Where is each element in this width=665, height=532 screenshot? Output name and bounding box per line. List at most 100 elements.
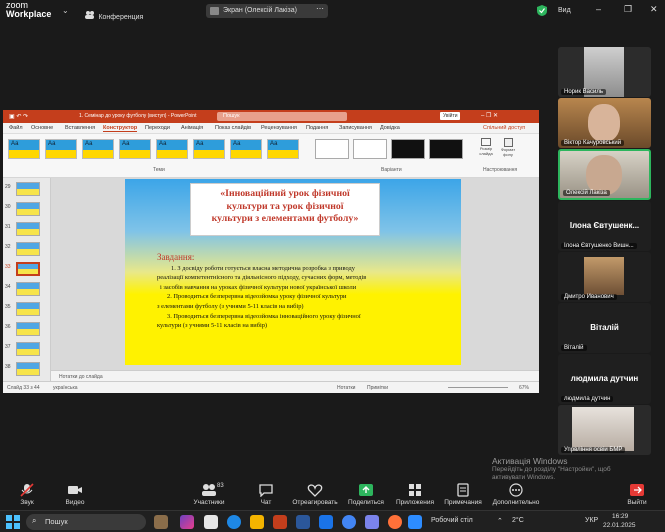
slide-thumbnail[interactable] <box>16 202 40 216</box>
teams-icon[interactable] <box>365 515 379 529</box>
notes-toggle[interactable]: Нотатки <box>337 385 355 391</box>
share-button[interactable]: Спільний доступ <box>483 125 525 131</box>
tab-design[interactable]: Конструктор <box>103 125 138 132</box>
task-view-icon[interactable] <box>204 515 218 529</box>
tab-review[interactable]: Рецензування <box>261 125 297 131</box>
chrome-icon[interactable] <box>342 515 356 529</box>
file-explorer-icon[interactable] <box>250 515 264 529</box>
slide-thumbnail[interactable] <box>16 282 40 296</box>
slide-thumbnail[interactable] <box>16 182 40 196</box>
participant-tile[interactable]: Норик Василь <box>558 47 651 97</box>
slide-thumbnail[interactable] <box>16 362 40 376</box>
chevron-down-icon[interactable]: ⌄ <box>62 6 69 15</box>
theme-8[interactable]: Аа <box>267 139 299 159</box>
notes-pane[interactable]: Нотатки до слайда <box>51 370 539 381</box>
zoom-app-icon[interactable] <box>408 515 422 529</box>
tab-file[interactable]: Файл <box>9 125 23 131</box>
slide-thumbnail-selected[interactable] <box>16 262 40 276</box>
window-controls[interactable]: – ❐ ✕ <box>481 112 498 119</box>
thumb-number: 30 <box>5 204 11 210</box>
edge-icon[interactable] <box>227 515 241 529</box>
theme-1[interactable]: Аа <box>8 139 40 159</box>
variant-1[interactable] <box>315 139 349 159</box>
taskbar-search[interactable]: ⌕ Пошук <box>26 514 146 530</box>
slide-thumbnail[interactable] <box>16 322 40 336</box>
theme-5[interactable]: Аа <box>156 139 188 159</box>
reactions-button[interactable]: Отреагировать <box>289 483 341 506</box>
tab-view[interactable]: Подання <box>306 125 328 131</box>
participant-tile[interactable]: Упрвління освіи БМР <box>558 405 651 455</box>
zoom-slider[interactable] <box>448 387 508 388</box>
format-background-button[interactable]: Формат фону <box>498 138 518 164</box>
notes-button[interactable]: Примечания <box>437 483 489 506</box>
audio-button[interactable]: Звук <box>1 483 53 506</box>
gallery-scrollbar[interactable] <box>549 50 553 450</box>
ppt-search-box[interactable]: Пошук <box>217 112 347 121</box>
video-button[interactable]: Видео <box>49 483 101 506</box>
tab-help[interactable]: Довідка <box>380 125 400 131</box>
variant-2[interactable] <box>353 139 387 159</box>
minimize-icon[interactable]: – <box>596 4 601 14</box>
share-screen-button[interactable]: Поделиться <box>340 483 392 506</box>
signin-button[interactable]: Увійти <box>440 112 460 120</box>
clock-date[interactable]: 22.01.2025 <box>603 522 636 529</box>
theme-6[interactable]: Аа <box>193 139 225 159</box>
slide-title-box[interactable]: «Інноваційний урок фізичної культури та … <box>190 183 380 236</box>
tab-transitions[interactable]: Переходи <box>145 125 170 131</box>
firefox-icon[interactable] <box>388 515 402 529</box>
slide-body[interactable]: Завдання: 1. З досвіду роботи готується … <box>157 252 457 331</box>
meeting-info[interactable]: Конференция <box>85 6 143 24</box>
participant-tile-active-speaker[interactable]: Олексій Лакіза <box>558 149 651 200</box>
maximize-icon[interactable]: ❐ <box>624 4 632 15</box>
tab-insert[interactable]: Вставлення <box>65 125 95 131</box>
theme-3[interactable]: Аа <box>82 139 114 159</box>
slide-thumbnail[interactable] <box>16 222 40 236</box>
shield-check-icon[interactable] <box>537 5 547 16</box>
participant-tile[interactable]: Ілона Євтушенк... Ілона Євтушенко Вишн..… <box>558 201 651 251</box>
participants-button[interactable]: 83 Участники <box>183 483 235 506</box>
variant-3[interactable] <box>391 139 425 159</box>
participant-tile[interactable]: людмила дутчин людмила дутчин <box>558 354 651 404</box>
powerpoint-icon[interactable] <box>273 515 287 529</box>
variant-4[interactable] <box>429 139 463 159</box>
theme-2[interactable]: Аа <box>45 139 77 159</box>
more-button[interactable]: Дополнительно <box>490 483 542 506</box>
shared-screen-powerpoint[interactable]: ▣ ↶ ↷ 1. Семінар до уроку футболу (висту… <box>3 110 539 393</box>
camera-icon <box>68 486 82 494</box>
outlook-icon[interactable] <box>319 515 333 529</box>
participant-tile[interactable]: Дмитро Иванович <box>558 252 651 302</box>
copilot-icon[interactable] <box>180 515 194 529</box>
language-status[interactable]: українська <box>53 385 78 391</box>
weather-temperature[interactable]: 2°C <box>512 517 524 524</box>
close-icon[interactable]: ✕ <box>650 4 658 15</box>
widget-icon[interactable] <box>154 515 168 529</box>
tab-slideshow[interactable]: Показ слайдів <box>215 125 251 131</box>
theme-7[interactable]: Аа <box>230 139 262 159</box>
more-icon[interactable]: ⋯ <box>316 4 324 13</box>
save-icon[interactable]: ▣ ↶ ↷ <box>9 113 28 120</box>
windows-start-icon[interactable] <box>6 515 20 529</box>
zoom-percent[interactable]: 67% <box>519 385 529 391</box>
chat-button[interactable]: Чат <box>240 483 292 506</box>
apps-button[interactable]: Приложения <box>389 483 441 506</box>
tab-home[interactable]: Основне <box>31 125 53 131</box>
input-language[interactable]: УКР <box>585 517 598 524</box>
theme-4[interactable]: Аа <box>119 139 151 159</box>
desktop-label[interactable]: Робочий стіл <box>431 517 473 524</box>
view-menu[interactable]: Вид <box>558 7 571 14</box>
slide-thumbnail[interactable] <box>16 302 40 316</box>
clock-time[interactable]: 16:29 <box>612 513 628 520</box>
comments-toggle[interactable]: Примітки <box>367 385 388 391</box>
word-icon[interactable] <box>296 515 310 529</box>
leave-button[interactable]: Выйти <box>612 483 662 506</box>
tab-animations[interactable]: Анімація <box>181 125 203 131</box>
share-indicator[interactable]: Экран (Олексій Лакіза) ⋯ <box>206 4 328 18</box>
slide-thumbnail[interactable] <box>16 242 40 256</box>
chevron-up-icon[interactable]: ⌃ <box>497 517 503 525</box>
slide-thumbnail[interactable] <box>16 342 40 356</box>
participant-tile[interactable]: Віталій Віталій <box>558 303 651 353</box>
current-slide[interactable]: «Інноваційний урок фізичної культури та … <box>125 179 461 365</box>
participant-tile[interactable]: Віктор Качуровський <box>558 98 651 148</box>
slide-size-button[interactable]: Розмір слайда <box>476 138 496 164</box>
tab-record[interactable]: Записування <box>339 125 372 131</box>
